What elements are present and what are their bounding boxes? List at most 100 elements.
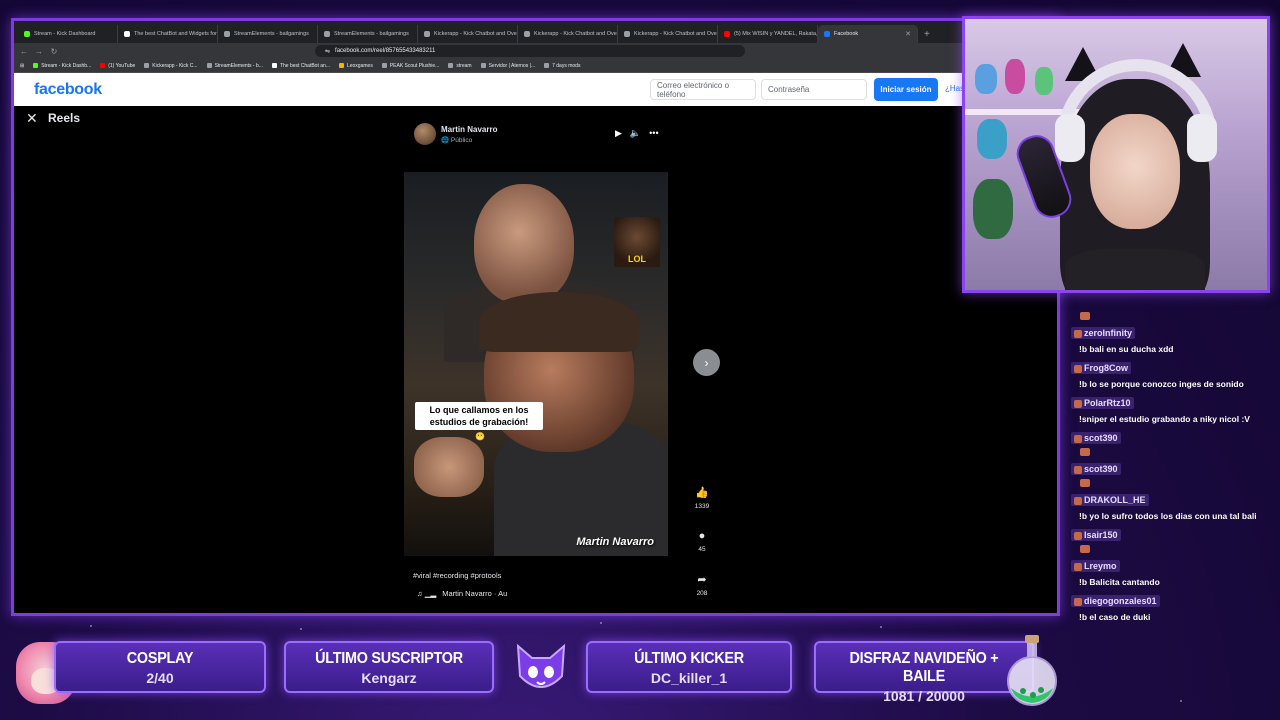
back-icon[interactable]: ←: [20, 47, 28, 56]
chat-message: Frog8Cow !b lo se porque conozco inges de…: [1071, 358, 1271, 390]
bookmark-item[interactable]: StreamElements - b...: [206, 62, 263, 69]
tab-favicon-icon: [24, 31, 30, 37]
tab-label: StreamElements - bailgamings: [234, 31, 309, 37]
like-count: 1339: [694, 503, 710, 510]
reload-icon[interactable]: ↻: [50, 47, 58, 56]
chat-username[interactable]: Isair150: [1071, 529, 1121, 541]
browser-tab[interactable]: The best ChatBot and Widgets for K...: [118, 25, 218, 43]
apps-icon[interactable]: ⊞: [20, 63, 24, 69]
bookmark-label: 7 days mods: [552, 62, 581, 69]
bookmarks-bar: ⊞ Stream - Kick Dashb... (1) YouTube Kicke…: [14, 59, 1057, 73]
like-icon: 👍: [695, 487, 709, 499]
reels-viewer: ✕ Reels Martin Navarro 🌐 Público ▶ 🔈 •••…: [14, 106, 1057, 613]
bookmark-label: (1) YouTube: [108, 62, 136, 69]
chat-username-text: DRAKOLL_HE: [1084, 495, 1146, 505]
tab-label: StreamElements - bailgamings: [334, 31, 409, 37]
bookmark-item[interactable]: Servidor | Aternos |...: [480, 63, 535, 69]
address-bar[interactable]: ⇋ facebook.com/reel/857655433483211: [315, 45, 745, 57]
bookmark-item[interactable]: PEAK Scout Plushie...: [381, 63, 439, 69]
comment-count: 45: [698, 546, 706, 553]
tab-label: Kickerapp - Kick Chatbot and Overl...: [634, 31, 718, 37]
bookmark-item[interactable]: Leoxgames: [338, 63, 373, 69]
video-figure: [414, 437, 484, 497]
bookmark-favicon-icon: [544, 63, 550, 68]
site-info-icon[interactable]: ⇋: [325, 48, 330, 55]
facebook-logo[interactable]: facebook: [34, 81, 102, 99]
next-reel-button[interactable]: ›: [693, 349, 720, 376]
facebook-header: facebook Correo electrónico o teléfono C…: [14, 73, 1057, 106]
author-avatar[interactable]: [414, 123, 436, 145]
browser-window: Stream - Kick Dashboard The best ChatBot …: [11, 18, 1060, 616]
goal-value: 1081 / 20000: [883, 688, 965, 704]
tab-label: The best ChatBot and Widgets for K...: [134, 31, 218, 37]
tab-label: Facebook: [834, 31, 859, 37]
volume-icon[interactable]: 🔈: [630, 128, 641, 139]
video-figure: [479, 292, 639, 352]
last-sub-title: ÚLTIMO SUSCRIPTOR: [315, 650, 463, 667]
audio-icon: ♫ ▁▂: [417, 589, 437, 598]
reel-video[interactable]: LOL Lo que callamos en los estudios de g…: [404, 172, 668, 556]
author-name[interactable]: Martin Navarro: [441, 125, 497, 134]
browser-tab[interactable]: StreamElements - bailgamings: [218, 25, 318, 43]
close-icon[interactable]: ✕: [26, 110, 38, 127]
bookmark-item[interactable]: 7 days mods: [544, 63, 580, 69]
tab-close-icon[interactable]: ✕: [905, 30, 911, 38]
chat-username-text: zeroInfinity: [1084, 328, 1133, 338]
plush-toy: [1035, 67, 1053, 95]
chat-badge-icon: [1074, 399, 1082, 408]
goal-panel: DISFRAZ NAVIDEÑO + BAILE 1081 / 20000: [814, 641, 1034, 704]
bookmark-item[interactable]: (1) YouTube: [100, 63, 135, 69]
new-tab-button[interactable]: +: [918, 29, 936, 43]
chat-username[interactable]: scot390: [1071, 463, 1121, 475]
browser-tab[interactable]: Kickerapp - Kick Chatbot and Overl...: [418, 25, 518, 43]
chat-text: !b yo lo sufro todos los dias con una ta…: [1079, 511, 1257, 521]
chat-username[interactable]: diegogonzales01: [1071, 595, 1160, 607]
browser-tab[interactable]: Facebook ✕: [818, 25, 918, 43]
bookmark-item[interactable]: The best ChatBot an...: [271, 63, 330, 69]
chat-message: PolarRtz10 !sniper el estudio grabando a …: [1071, 393, 1271, 425]
browser-tab[interactable]: StreamElements - bailgamings: [318, 25, 418, 43]
comment-button[interactable]: ● 45: [689, 530, 715, 553]
more-icon[interactable]: •••: [649, 128, 658, 139]
like-button[interactable]: 👍 1339: [689, 486, 715, 510]
chat-badge-icon: [1074, 597, 1082, 606]
forward-icon[interactable]: →: [35, 47, 43, 56]
chat-username[interactable]: Frog8Cow: [1071, 362, 1131, 374]
share-button[interactable]: ➦ 208: [689, 573, 715, 597]
video-watermark: Martin Navarro: [576, 536, 654, 548]
chat-username[interactable]: scot390: [1071, 432, 1121, 444]
chat-username[interactable]: DRAKOLL_HE: [1071, 494, 1149, 506]
play-icon[interactable]: ▶: [615, 128, 622, 139]
video-figure: [474, 184, 574, 304]
browser-tab[interactable]: Stream - Kick Dashboard: [18, 25, 118, 43]
bookmark-item[interactable]: Stream - Kick Dashb...: [33, 63, 91, 69]
chat-username[interactable]: Lreymo: [1071, 560, 1120, 572]
browser-tab[interactable]: Kickerapp - Kick Chatbot and Overl...: [518, 25, 618, 43]
tab-favicon-icon: [124, 31, 130, 37]
chat-username[interactable]: zeroInfinity: [1071, 327, 1136, 339]
browser-tab[interactable]: (5) Mix WISIN y YANDEL, Rakata, Pe...: [718, 25, 818, 43]
chat-message: scot390: [1071, 428, 1271, 456]
bookmark-favicon-icon: [100, 63, 106, 68]
chat-username-text: Lreymo: [1084, 561, 1117, 571]
last-kicker-value: DC_killer_1: [650, 670, 728, 686]
tab-favicon-icon: [524, 31, 530, 37]
audio-track[interactable]: ♫ ▁▂ Martin Navarro · Au: [417, 589, 507, 598]
chat-badge-icon: [1074, 562, 1082, 571]
bookmark-item[interactable]: Kickerapp - Kick C...: [144, 63, 198, 69]
login-button[interactable]: Iniciar sesión: [874, 78, 938, 101]
cosplay-panel: COSPLAY 2/40: [54, 641, 266, 693]
password-field[interactable]: Contraseña: [761, 79, 867, 100]
email-field[interactable]: Correo electrónico o teléfono: [650, 79, 756, 100]
comment-icon: ●: [698, 530, 706, 542]
chat-message: Lreymo !b Balicita cantando: [1071, 556, 1271, 588]
browser-tab[interactable]: Kickerapp - Kick Chatbot and Overl...: [618, 25, 718, 43]
bookmark-favicon-icon: [271, 63, 277, 68]
bookmark-label: StreamElements - b...: [214, 62, 263, 69]
hashtags[interactable]: #viral #recording #protools: [413, 571, 501, 580]
bookmark-item[interactable]: stream: [448, 63, 472, 69]
chat-badge-icon: [1074, 434, 1082, 443]
tab-favicon-icon: [424, 31, 430, 37]
chat-emote-icon: [1080, 312, 1090, 320]
chat-username[interactable]: PolarRtz10: [1071, 397, 1134, 409]
